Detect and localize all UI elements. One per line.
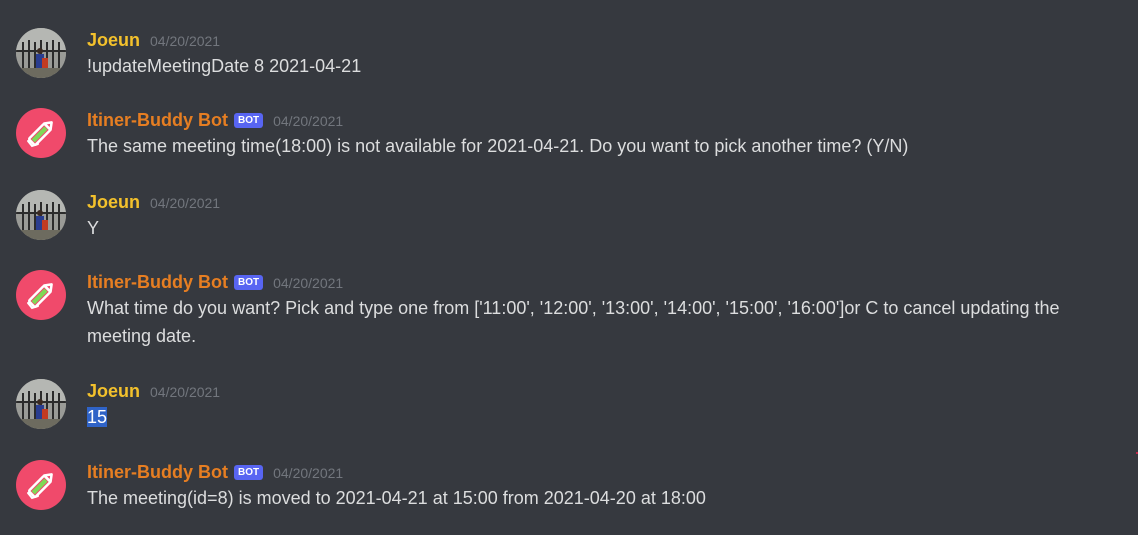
author-name[interactable]: Joeun — [87, 379, 140, 403]
timestamp[interactable]: 04/20/2021 — [150, 384, 220, 400]
message-content: 15 — [87, 403, 1122, 431]
message-content: Y — [87, 218, 100, 238]
bot-avatar[interactable] — [16, 270, 66, 320]
message-header: Joeun 04/20/2021 — [87, 379, 220, 403]
user-avatar[interactable] — [16, 379, 66, 429]
bot-tag-badge: BOT — [234, 465, 264, 480]
author-name[interactable]: Joeun — [87, 28, 140, 52]
selected-text[interactable]: 15 — [87, 407, 108, 427]
message-header: Joeun 04/20/2021 — [87, 28, 220, 52]
message-header: Joeun 04/20/2021 — [87, 190, 220, 214]
author-name[interactable]: Itiner-Buddy Bot — [87, 108, 228, 132]
user-avatar[interactable] — [16, 28, 66, 78]
timestamp[interactable]: 04/20/2021 — [150, 195, 220, 211]
message-content: The same meeting time(18:00) is not avai… — [87, 136, 909, 156]
user-avatar[interactable] — [16, 190, 66, 240]
bot-avatar[interactable] — [16, 460, 66, 510]
message-header: Itiner-Buddy Bot BOT 04/20/2021 — [87, 460, 343, 484]
pencil-icon — [27, 283, 53, 310]
message-content: What time do you want? Pick and type one… — [87, 298, 1060, 346]
bot-tag-badge: BOT — [234, 113, 264, 128]
timestamp[interactable]: 04/20/2021 — [273, 113, 343, 129]
message-content: The meeting(id=8) is moved to 2021-04-21… — [87, 488, 706, 508]
author-name[interactable]: Itiner-Buddy Bot — [87, 460, 228, 484]
pencil-icon — [27, 473, 53, 500]
author-name[interactable]: Joeun — [87, 190, 140, 214]
message-header: Itiner-Buddy Bot BOT 04/20/2021 — [87, 270, 343, 294]
timestamp[interactable]: 04/20/2021 — [273, 275, 343, 291]
message-header: Itiner-Buddy Bot BOT 04/20/2021 — [87, 108, 343, 132]
message-content: !updateMeetingDate 8 2021-04-21 — [87, 56, 362, 76]
timestamp[interactable]: 04/20/2021 — [273, 465, 343, 481]
pencil-icon — [27, 121, 53, 148]
bot-avatar[interactable] — [16, 108, 66, 158]
bot-tag-badge: BOT — [234, 275, 264, 290]
timestamp[interactable]: 04/20/2021 — [150, 33, 220, 49]
author-name[interactable]: Itiner-Buddy Bot — [87, 270, 228, 294]
